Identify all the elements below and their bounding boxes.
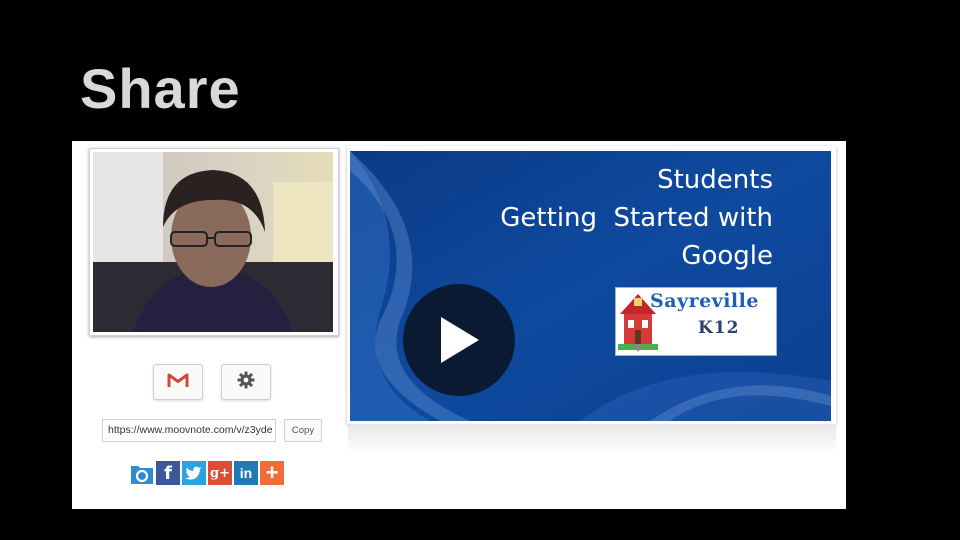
- google-plus-icon[interactable]: g+: [208, 461, 232, 485]
- webcam-preview: [89, 148, 339, 336]
- video-title-line-2: Getting Started with: [500, 203, 773, 233]
- facebook-icon[interactable]: f: [156, 461, 180, 485]
- sayreville-k12-logo: Sayreville K12: [615, 287, 777, 356]
- settings-button[interactable]: [221, 364, 271, 400]
- share-url-input[interactable]: https://www.moovnote.com/v/z3yde: [102, 419, 276, 442]
- gmail-icon: [167, 372, 189, 393]
- twitter-icon[interactable]: [182, 461, 206, 485]
- social-share-bar: f g+ in +: [130, 461, 284, 487]
- video-title-line-3: Google: [681, 241, 773, 271]
- logo-sub: K12: [698, 318, 740, 338]
- folder-icon[interactable]: [130, 461, 154, 485]
- twitter-bird-glyph: [185, 466, 202, 480]
- linkedin-icon[interactable]: in: [234, 461, 258, 485]
- video-title: Students Getting Started with Google: [500, 161, 773, 275]
- facebook-glyph: f: [164, 462, 172, 484]
- play-icon: [441, 317, 479, 363]
- gmail-share-button[interactable]: [153, 364, 203, 400]
- slide-title: Share: [80, 57, 241, 120]
- video-title-line-1: Students: [657, 165, 773, 195]
- gear-icon: [236, 370, 256, 395]
- more-glyph: +: [265, 460, 279, 485]
- player-shadow: [348, 424, 836, 454]
- linkedin-glyph: in: [239, 465, 253, 481]
- play-button[interactable]: [403, 284, 515, 396]
- webcam-image: [93, 152, 333, 332]
- google-plus-glyph: g+: [210, 465, 230, 481]
- copy-button[interactable]: Copy: [284, 419, 322, 442]
- plus-icon[interactable]: +: [260, 461, 284, 485]
- moovnote-share-screenshot: https://www.moovnote.com/v/z3yde Copy f …: [72, 141, 846, 509]
- video-player[interactable]: Students Getting Started with Google Say…: [347, 146, 836, 424]
- logo-name: Sayreville: [650, 290, 759, 312]
- video-frame[interactable]: Students Getting Started with Google Say…: [350, 151, 831, 421]
